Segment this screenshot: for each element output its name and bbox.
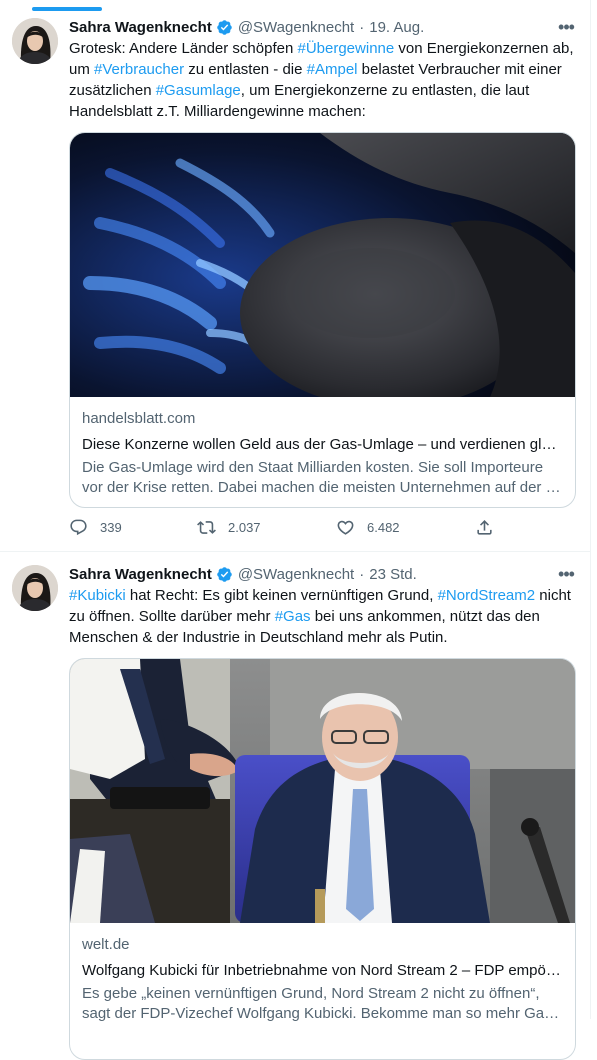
- card-description-line: sagt der FDP-Vizechef Wolfgang Kubicki. …: [82, 1005, 563, 1022]
- hashtag-link[interactable]: #Gas: [275, 608, 311, 625]
- share-icon: [477, 519, 492, 535]
- retweet-icon: [197, 520, 216, 534]
- tweet-header: Sahra Wagenknecht @SWagenknecht · 23 Std…: [69, 563, 417, 585]
- author-name[interactable]: Sahra Wagenknecht: [69, 566, 212, 583]
- author-name[interactable]: Sahra Wagenknecht: [69, 19, 212, 36]
- tweet-header: Sahra Wagenknecht @SWagenknecht · 19. Au…: [69, 16, 424, 38]
- hashtag-link[interactable]: #Gasumlage: [156, 82, 241, 99]
- tweet-text: Grotesk: Andere Länder schöpfen #Übergew…: [69, 38, 574, 122]
- like-count: 6.482: [367, 519, 400, 535]
- avatar[interactable]: [12, 565, 58, 611]
- card-description-line: vor der Krise retten. Dabei machen die m…: [82, 479, 561, 496]
- tweet-actions: 339 2.037 6.482: [69, 515, 574, 539]
- heart-icon: [337, 520, 354, 535]
- separator-dot: ·: [359, 18, 365, 36]
- card-body: welt.de Wolfgang Kubicki für Inbetriebna…: [70, 923, 575, 1024]
- card-image-parliament: [70, 659, 575, 923]
- hashtag-link[interactable]: #Übergewinne: [297, 40, 394, 57]
- tweet-timestamp[interactable]: 19. Aug.: [369, 19, 424, 36]
- card-title: Wolfgang Kubicki für Inbetriebnahme von …: [82, 962, 563, 979]
- tweet-text-segment: hat Recht: Es gibt keinen vernünftigen G…: [125, 587, 438, 604]
- card-description: Es gebe „keinen vernünftigen Grund, Nord…: [82, 984, 563, 1024]
- card-description-line: Die Gas-Umlage wird den Staat Milliarden…: [82, 459, 544, 476]
- card-description: Die Gas-Umlage wird den Staat Milliarden…: [82, 458, 563, 498]
- card-image-gas-burner: [70, 133, 575, 397]
- column-border: [590, 0, 591, 1019]
- retweet-count: 2.037: [228, 519, 261, 535]
- card-description-line: Es gebe „keinen vernünftigen Grund, Nord…: [82, 985, 540, 1002]
- tweet-1[interactable]: Sahra Wagenknecht @SWagenknecht · 19. Au…: [0, 0, 590, 551]
- link-preview-card[interactable]: welt.de Wolfgang Kubicki für Inbetriebna…: [69, 658, 576, 1060]
- tweet-timestamp[interactable]: 23 Std.: [369, 566, 417, 583]
- hashtag-link[interactable]: #NordStream2: [438, 587, 536, 604]
- reply-count: 339: [100, 519, 122, 535]
- hashtag-link[interactable]: #Ampel: [307, 61, 358, 78]
- verified-badge-icon: [217, 566, 232, 582]
- separator-dot: ·: [359, 565, 365, 583]
- verified-badge-icon: [217, 19, 232, 35]
- reply-icon: [70, 519, 87, 535]
- share-button[interactable]: [475, 515, 494, 539]
- card-body: handelsblatt.com Diese Konzerne wollen G…: [70, 397, 575, 498]
- tweet-text: #Kubicki hat Recht: Es gibt keinen vernü…: [69, 585, 574, 648]
- tweet-2[interactable]: Sahra Wagenknecht @SWagenknecht · 23 Std…: [0, 552, 590, 1060]
- card-domain: welt.de: [82, 936, 130, 953]
- tweet-text-segment: Grotesk: Andere Länder schöpfen: [69, 40, 298, 57]
- reply-button[interactable]: 339: [69, 515, 122, 539]
- hashtag-link[interactable]: #Kubicki: [69, 587, 126, 604]
- card-domain: handelsblatt.com: [82, 410, 196, 427]
- author-handle[interactable]: @SWagenknecht: [238, 566, 354, 583]
- author-handle[interactable]: @SWagenknecht: [238, 19, 354, 36]
- avatar[interactable]: [12, 18, 58, 64]
- like-button[interactable]: 6.482: [336, 515, 400, 539]
- tweet-text-segment: zu entlasten - die: [184, 61, 307, 78]
- retweet-button[interactable]: 2.037: [197, 515, 261, 539]
- link-preview-card[interactable]: handelsblatt.com Diese Konzerne wollen G…: [69, 132, 576, 508]
- hashtag-link[interactable]: #Verbraucher: [94, 61, 184, 78]
- card-title: Diese Konzerne wollen Geld aus der Gas-U…: [82, 436, 563, 453]
